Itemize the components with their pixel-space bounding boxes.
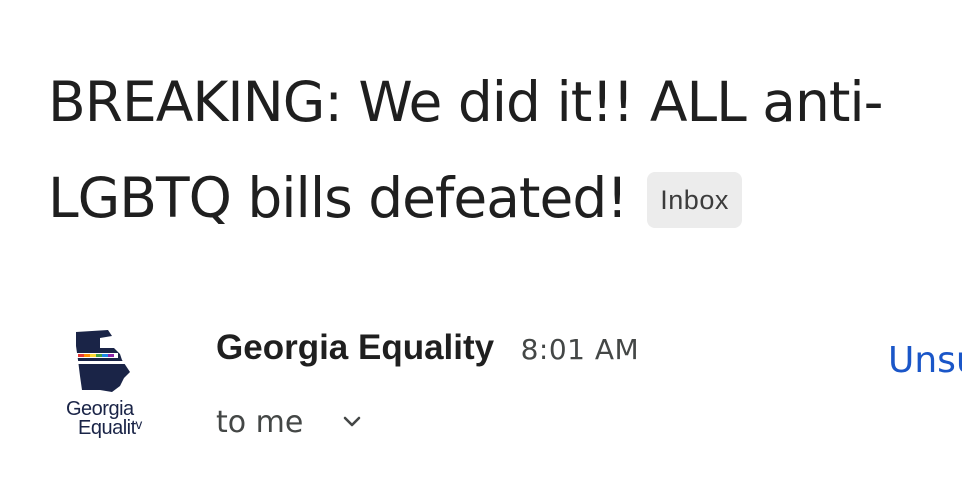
- avatar-logo-line-2: Equalitᵛ: [78, 417, 142, 439]
- subject-text-2: LGBTQ bills defeated!: [48, 165, 628, 230]
- avatar-logo-text: Georgia Equalitᵛ: [58, 399, 158, 439]
- subject-text-1: BREAKING: We did it!! ALL anti-: [48, 69, 884, 134]
- subject-line-1: BREAKING: We did it!! ALL anti-: [48, 52, 948, 148]
- recipient-details: to me: [216, 398, 367, 446]
- received-time: 8:01 AM: [520, 333, 640, 366]
- sender-name[interactable]: Georgia Equality: [216, 328, 494, 367]
- chevron-down-icon[interactable]: [337, 407, 367, 437]
- email-subject: BREAKING: We did it!! ALL anti- LGBTQ bi…: [48, 52, 948, 244]
- inbox-label-chip[interactable]: Inbox: [647, 171, 742, 228]
- georgia-state-logo-icon: [76, 330, 130, 392]
- recipient-label: to me: [216, 404, 304, 440]
- sender-header: Georgia Equality 8:01 AM: [216, 328, 639, 376]
- subject-line-2: LGBTQ bills defeated! Inbox: [48, 148, 948, 244]
- unsubscribe-link[interactable]: Unsu: [888, 340, 962, 381]
- sender-avatar[interactable]: Georgia Equalitᵛ: [58, 326, 158, 448]
